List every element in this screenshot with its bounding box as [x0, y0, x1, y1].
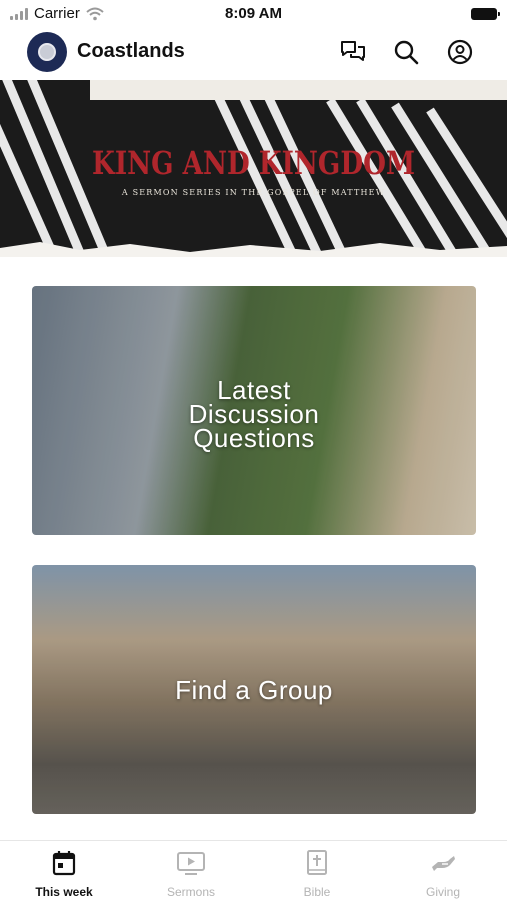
bible-icon — [267, 850, 367, 876]
calendar-icon — [14, 850, 114, 876]
giving-icon — [393, 850, 493, 876]
tab-bible[interactable]: Bible — [267, 841, 367, 901]
card-label-find-group: Find a Group — [175, 675, 333, 705]
video-icon — [141, 850, 241, 876]
app-title: Coastlands — [77, 40, 185, 62]
tab-label: This week — [35, 885, 93, 899]
status-bar: Carrier 8:09 AM — [0, 0, 507, 28]
bottom-tab-bar: This week Sermons Bible Giving — [0, 840, 507, 901]
status-time: 8:09 AM — [225, 5, 282, 22]
card-label-line: Questions — [193, 423, 315, 453]
banner-subtitle: A SERMON SERIES IN THE GOSPEL OF MATTHEW — [121, 188, 386, 197]
profile-icon[interactable] — [446, 38, 474, 66]
tab-label: Sermons — [166, 885, 216, 899]
chat-icon[interactable] — [339, 38, 367, 66]
church-logo[interactable] — [27, 32, 67, 72]
banner-title: KING AND KINGDOM — [92, 144, 415, 182]
card-label-latest-discussion: Latest Discussion Questions — [32, 377, 476, 453]
latest-discussion-questions-card[interactable]: Latest Discussion Questions — [32, 286, 476, 535]
tab-sermons[interactable]: Sermons — [141, 841, 241, 901]
tab-label: Bible — [303, 885, 331, 899]
app-header: Coastlands — [0, 28, 507, 78]
tab-label: Giving — [425, 885, 460, 899]
tab-giving[interactable]: Giving — [393, 841, 493, 901]
tab-this-week[interactable]: This week — [14, 841, 114, 901]
search-icon[interactable] — [392, 38, 420, 66]
battery-icon — [471, 8, 500, 20]
sermon-series-banner[interactable]: KING AND KINGDOM A SERMON SERIES IN THE … — [0, 80, 507, 257]
find-a-group-card[interactable]: Find a Group — [32, 565, 476, 814]
